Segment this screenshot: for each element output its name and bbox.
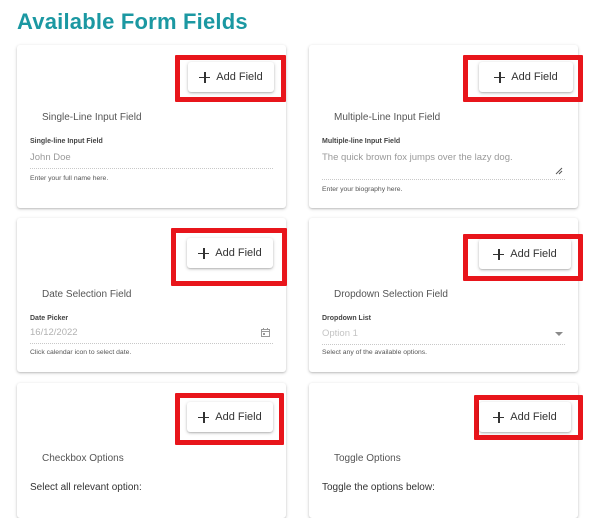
add-field-label: Add Field — [215, 247, 262, 259]
checkbox-instructions: Select all relevant option: — [30, 482, 142, 493]
add-field-button[interactable]: Add Field — [479, 402, 571, 432]
resize-handle-icon[interactable] — [555, 167, 563, 175]
add-field-button[interactable]: Add Field — [187, 238, 273, 268]
field-title: Toggle Options — [334, 453, 401, 464]
plus-icon — [198, 247, 210, 259]
plus-icon — [198, 411, 210, 423]
field-title: Date Selection Field — [42, 289, 132, 300]
field-title: Single-Line Input Field — [42, 112, 142, 123]
toggle-instructions: Toggle the options below: — [322, 482, 435, 493]
helper-text: Enter your biography here. — [322, 186, 403, 193]
plus-icon — [493, 411, 505, 423]
add-field-label: Add Field — [510, 248, 557, 260]
helper-text: Click calendar icon to select date. — [30, 349, 132, 356]
plus-icon — [493, 248, 505, 260]
add-field-button[interactable]: Add Field — [479, 239, 571, 269]
helper-text: Enter your full name here. — [30, 175, 109, 182]
single-line-input[interactable]: John Doe — [30, 152, 273, 169]
add-field-label: Add Field — [510, 411, 557, 423]
add-field-label: Add Field — [215, 411, 262, 423]
field-label: Date Picker — [30, 315, 69, 322]
dropdown-selection-card: Add Field Dropdown Selection Field Dropd… — [309, 218, 583, 372]
date-selection-card: Add Field Date Selection Field Date Pick… — [17, 218, 287, 372]
add-field-button[interactable]: Add Field — [188, 62, 274, 92]
textarea-value: The quick brown fox jumps over the lazy … — [322, 152, 513, 163]
field-title: Multiple-Line Input Field — [334, 112, 441, 123]
toggle-options-card: Add Field Toggle Options Toggle the opti… — [309, 383, 583, 518]
field-title: Checkbox Options — [42, 453, 124, 464]
single-line-input-card: Add Field Single-Line Input Field Single… — [17, 45, 286, 208]
checkbox-options-card: Add Field Checkbox Options Select all re… — [17, 383, 286, 518]
field-label: Dropdown List — [322, 315, 371, 322]
field-title: Dropdown Selection Field — [334, 289, 448, 300]
chevron-down-icon[interactable] — [555, 332, 563, 336]
add-field-button[interactable]: Add Field — [187, 402, 273, 432]
plus-icon — [199, 71, 211, 83]
field-label: Single-line Input Field — [30, 138, 103, 145]
add-field-label: Add Field — [511, 71, 558, 83]
add-field-button[interactable]: Add Field — [479, 62, 573, 92]
multi-line-textarea[interactable]: The quick brown fox jumps over the lazy … — [322, 152, 565, 180]
calendar-icon[interactable] — [261, 328, 270, 337]
dropdown-value: Option 1 — [322, 328, 358, 339]
date-value: 16/12/2022 — [30, 327, 78, 338]
multi-line-input-card: Add Field Multiple-Line Input Field Mult… — [309, 45, 583, 208]
date-picker-input[interactable]: 16/12/2022 — [30, 327, 273, 344]
add-field-label: Add Field — [216, 71, 263, 83]
helper-text: Select any of the available options. — [322, 349, 428, 356]
dropdown-select[interactable]: Option 1 — [322, 328, 565, 345]
page-title: Available Form Fields — [17, 9, 248, 34]
field-label: Multiple-line Input Field — [322, 138, 401, 145]
plus-icon — [494, 71, 506, 83]
